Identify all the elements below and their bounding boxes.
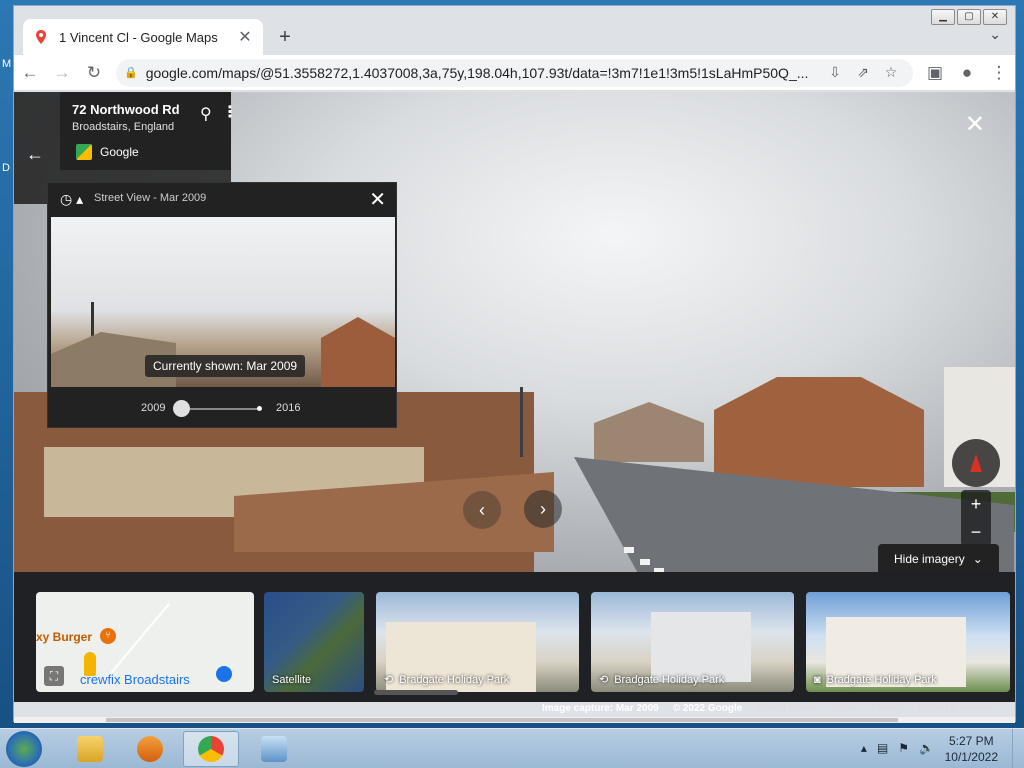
- tab-title: 1 Vincent Cl - Google Maps: [59, 29, 218, 45]
- photo-label: Bradgate Holiday Park: [614, 673, 725, 686]
- tab-search-icon[interactable]: ⌄: [989, 26, 1001, 43]
- file-explorer-taskbar-icon[interactable]: [62, 731, 118, 767]
- chevron-down-icon: ⌄: [972, 552, 983, 566]
- satellite-label: Satellite: [272, 674, 312, 686]
- terms-link[interactable]: Terms: [830, 703, 857, 714]
- clock-date: 10/1/2022: [944, 750, 998, 764]
- back-arrow-icon[interactable]: ←: [26, 144, 44, 165]
- clock-time: 5:27 PM: [948, 734, 994, 748]
- menu-kebab-icon[interactable]: ⋮: [983, 57, 1015, 89]
- hide-imagery-label: Hide imagery: [894, 552, 965, 566]
- photo-thumbnail[interactable]: ⟲ Bradgate Holiday Park: [376, 592, 579, 692]
- report-problem-link[interactable]: Report a problem: [918, 703, 995, 714]
- privacy-link[interactable]: Privacy: [872, 703, 905, 714]
- photo-thumbnail[interactable]: ⟲ Bradgate Holiday Park: [591, 592, 794, 692]
- forward-icon[interactable]: →: [46, 57, 78, 89]
- map-thumbnail[interactable]: xy Burger ⑂ crewfix Broadstairs ⛶: [36, 592, 254, 692]
- network-icon[interactable]: ▤: [877, 741, 888, 755]
- url-text[interactable]: google.com/maps/@51.3558272,1.4037008,3a…: [146, 65, 821, 81]
- history-clock-icon[interactable]: ◷ ▴: [60, 191, 83, 208]
- horizontal-scrollbar[interactable]: [14, 717, 1015, 723]
- address-bar[interactable]: 🔒 google.com/maps/@51.3558272,1.4037008,…: [116, 58, 913, 87]
- maximize-button[interactable]: ▢: [957, 9, 981, 25]
- volume-icon[interactable]: 🔈: [919, 741, 934, 755]
- side-panel-icon[interactable]: ▣: [919, 57, 951, 89]
- zoom-controls: + −: [961, 490, 991, 546]
- street-view-panorama[interactable]: ‹ › ✕ ← 72 Northwood Rd Broadstairs, Eng…: [14, 92, 1015, 572]
- history-panel-title: Street View - Mar 2009: [94, 192, 207, 204]
- satellite-thumbnail[interactable]: Satellite: [264, 592, 364, 692]
- close-street-view-icon[interactable]: ✕: [965, 110, 985, 139]
- expand-map-icon[interactable]: ⛶: [44, 666, 64, 686]
- profile-avatar-icon[interactable]: ●: [951, 57, 983, 89]
- browser-toolbar: ← → ↻ 🔒 google.com/maps/@51.3558272,1.40…: [14, 55, 1015, 91]
- 360-icon: ⟲: [384, 674, 394, 686]
- window-controls: ▁ ▢ ✕: [931, 9, 1007, 25]
- close-history-icon[interactable]: ✕: [369, 187, 386, 212]
- year-slider[interactable]: 2009 2016: [48, 393, 396, 429]
- install-icon[interactable]: ⇩: [821, 64, 849, 81]
- back-icon[interactable]: ←: [14, 57, 46, 89]
- map-footer: Image capture: Mar 2009 © 2022 Google Un…: [542, 700, 996, 716]
- address-title: 72 Northwood Rd: [72, 102, 180, 117]
- provider-label: Google: [100, 145, 139, 159]
- strip-scrollbar[interactable]: [374, 690, 458, 695]
- maps-pin-icon: [36, 30, 46, 44]
- reload-icon[interactable]: ↻: [78, 57, 110, 89]
- history-panel: ◷ ▴ Street View - Mar 2009 ✕ Currently s…: [47, 182, 397, 428]
- history-caption: Currently shown: Mar 2009: [145, 355, 306, 377]
- camera-icon: ◙: [814, 674, 821, 686]
- slider-track[interactable]: [178, 408, 258, 410]
- zoom-out-button[interactable]: −: [961, 518, 991, 546]
- history-thumbnail[interactable]: Currently shown: Mar 2009: [51, 217, 395, 387]
- photo-thumbnail[interactable]: ◙ Bradgate Holiday Park: [806, 592, 1010, 692]
- lock-icon[interactable]: 🔒: [124, 66, 138, 79]
- close-window-button[interactable]: ✕: [983, 9, 1007, 25]
- photo-label: Bradgate Holiday Park: [826, 674, 937, 686]
- copyright-text: © 2022 Google: [672, 702, 743, 714]
- show-desktop-button[interactable]: [1012, 729, 1024, 768]
- image-capture-date: Image capture: Mar 2009: [542, 702, 659, 714]
- slider-end-year: 2016: [276, 402, 301, 414]
- desktop-icon-label[interactable]: M: [2, 58, 11, 70]
- house-image: [714, 377, 924, 487]
- hide-imagery-button[interactable]: Hide imagery ⌄: [878, 544, 999, 572]
- location-pin-icon[interactable]: ⚲: [200, 104, 212, 124]
- slider-start-year: 2009: [141, 402, 166, 414]
- new-tab-button[interactable]: +: [274, 26, 296, 49]
- slider-handle[interactable]: [173, 400, 190, 417]
- imagery-strip: xy Burger ⑂ crewfix Broadstairs ⛶ Satell…: [14, 572, 1015, 702]
- control-panel-taskbar-icon[interactable]: [246, 731, 302, 767]
- address-subtitle: Broadstairs, England: [72, 121, 175, 133]
- tab-google-maps[interactable]: 1 Vincent Cl - Google Maps ✕: [23, 19, 263, 55]
- region-link[interactable]: United States: [756, 703, 816, 714]
- compass-icon[interactable]: [952, 439, 1000, 487]
- bookmark-star-icon[interactable]: ☆: [877, 64, 905, 81]
- map-place-label: xy Burger: [36, 630, 93, 644]
- slider-tick[interactable]: [257, 406, 262, 411]
- move-forward-arrow-icon[interactable]: ›: [524, 490, 562, 528]
- media-player-taskbar-icon[interactable]: [122, 731, 178, 767]
- taskbar: ▴ ▤ ⚑ 🔈 5:27 PM 10/1/2022: [0, 728, 1024, 768]
- show-hidden-icons-icon[interactable]: ▴: [861, 741, 867, 755]
- system-clock[interactable]: 5:27 PM 10/1/2022: [945, 733, 998, 765]
- 360-icon: ⟲: [599, 674, 609, 686]
- pan-left-arrow-icon[interactable]: ‹: [463, 491, 501, 529]
- google-logo-icon: [76, 144, 92, 160]
- share-icon[interactable]: ⇗: [849, 64, 877, 81]
- more-options-icon[interactable]: ⋮: [222, 102, 238, 122]
- desktop-icon-label[interactable]: D: [2, 162, 10, 174]
- map-place-label: crewfix Broadstairs: [80, 672, 190, 687]
- browser-window: ▁ ▢ ✕ 1 Vincent Cl - Google Maps ✕ + ⌄ ←…: [13, 5, 1016, 723]
- action-center-flag-icon[interactable]: ⚑: [898, 741, 909, 755]
- zoom-in-button[interactable]: +: [961, 490, 991, 518]
- start-button[interactable]: [6, 731, 42, 767]
- system-tray: ▴ ▤ ⚑ 🔈: [861, 741, 934, 755]
- place-pin-icon: [216, 666, 232, 682]
- chrome-taskbar-icon[interactable]: [183, 731, 239, 767]
- minimize-button[interactable]: ▁: [931, 9, 955, 25]
- photo-label: Bradgate Holiday Park: [399, 673, 510, 686]
- tab-close-icon[interactable]: ✕: [237, 27, 253, 47]
- restaurant-icon: ⑂: [100, 628, 116, 644]
